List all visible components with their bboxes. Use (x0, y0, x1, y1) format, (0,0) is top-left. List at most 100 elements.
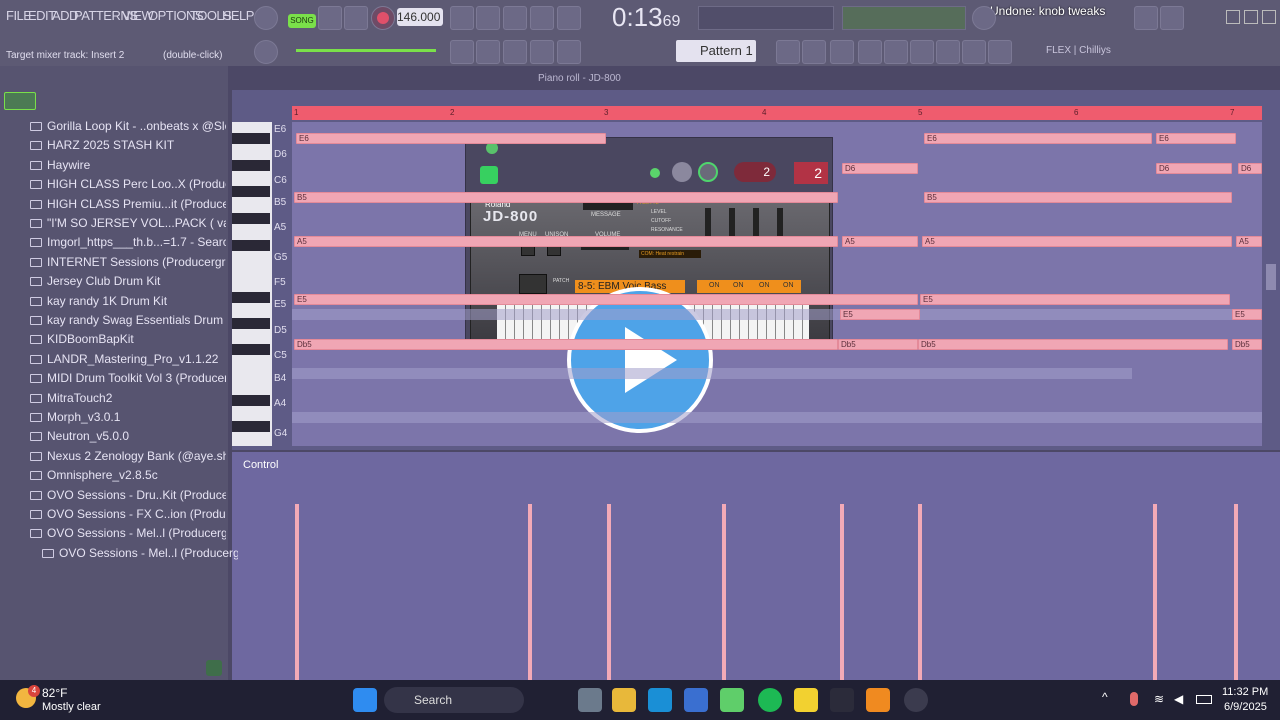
control-label[interactable]: Control (243, 459, 278, 471)
mic-icon[interactable] (936, 40, 960, 64)
play-button[interactable] (318, 6, 342, 30)
download-icon[interactable] (1160, 6, 1184, 30)
black-key[interactable] (232, 292, 270, 303)
note[interactable]: D6 (842, 163, 918, 174)
weather-text[interactable]: Mostly clear (42, 701, 101, 713)
volume-icon[interactable]: ◀ (1174, 692, 1183, 706)
note[interactable]: D6 (1156, 163, 1232, 174)
mixer-track-indicator[interactable]: 2 (794, 162, 828, 184)
plugin-volume-knob[interactable] (698, 162, 718, 182)
song-mode-toggle[interactable]: SONG (288, 14, 316, 28)
menu-help[interactable]: HELP (222, 8, 254, 23)
plugin-pan-knob[interactable] (672, 162, 692, 182)
taskbar-search[interactable]: Search (384, 687, 524, 713)
browser-item[interactable]: KIDBoomBapKit (30, 330, 226, 349)
browser-item[interactable]: INTERNET Sessions (Producergrind) (1) (30, 253, 226, 272)
black-key[interactable] (232, 395, 270, 406)
browser-item[interactable]: OVO Sessions - FX C..ion (Producergrind) (30, 505, 226, 524)
pattern-selector[interactable]: Pattern 1 (676, 40, 756, 62)
note[interactable]: E6 (924, 133, 1152, 144)
battery-icon[interactable] (1196, 695, 1212, 704)
weather-temp[interactable]: 82°F (42, 686, 67, 700)
loop-record-button[interactable] (557, 6, 581, 30)
velocity-bar[interactable] (1153, 504, 1157, 680)
search-icon[interactable] (206, 660, 222, 676)
note[interactable]: B5 (294, 192, 838, 203)
velocity-bar[interactable] (607, 504, 611, 680)
velocity-bar[interactable] (840, 504, 844, 680)
microphone-icon[interactable] (1130, 692, 1138, 706)
vertical-scrollbar[interactable] (1264, 106, 1278, 446)
tone-c-switch[interactable]: ON (759, 282, 770, 289)
plugin-database-icon[interactable] (884, 40, 908, 64)
minimize-button[interactable] (1226, 10, 1240, 24)
velocity-bar[interactable] (722, 504, 726, 680)
browser-item[interactable]: kay randy Swag Essentials Drum Kit (30, 311, 226, 330)
arrow-tool-icon[interactable] (476, 40, 500, 64)
tool-icon[interactable] (962, 40, 986, 64)
browser-item[interactable]: Nexus 2 Zenology Bank (@aye.shark) (30, 447, 226, 466)
browser-item[interactable]: HIGH CLASS Premiu...it (Producergrind) (30, 195, 226, 214)
task-view-icon[interactable] (578, 688, 602, 712)
miro-icon[interactable] (794, 688, 818, 712)
note[interactable]: Db5 (838, 339, 918, 350)
browser-plus-icon[interactable] (4, 92, 36, 110)
undo-history-icon[interactable] (972, 6, 996, 30)
plugin-track-number[interactable]: 2 (734, 162, 776, 182)
stamp-tool-icon[interactable] (557, 40, 581, 64)
close-button[interactable] (1262, 10, 1276, 24)
velocity-bar[interactable] (1234, 504, 1238, 680)
note[interactable]: Db5 (918, 339, 1228, 350)
tone-a-switch[interactable]: ON (709, 282, 720, 289)
black-key[interactable] (232, 186, 270, 197)
app-green-icon[interactable] (720, 688, 744, 712)
event-lane[interactable] (232, 452, 1280, 680)
note[interactable]: E5 (840, 309, 920, 320)
browser-item[interactable]: Imgorl_https___th.b...=1.7 - Search_file… (30, 233, 226, 252)
flex-preset-field[interactable]: FLEX | Chilliys (1046, 42, 1186, 60)
channel-rack-icon[interactable] (802, 40, 826, 64)
black-key[interactable] (232, 318, 270, 329)
wait-button[interactable] (476, 6, 500, 30)
countdown-button[interactable] (503, 6, 527, 30)
pen-app-icon[interactable] (830, 688, 854, 712)
clock-date[interactable]: 6/9/2025 (1224, 701, 1267, 713)
spotify-icon[interactable] (758, 688, 782, 712)
pencil-tool-icon[interactable] (503, 40, 527, 64)
mixer-icon[interactable] (776, 40, 800, 64)
clock-time[interactable]: 11:32 PM (1222, 686, 1268, 698)
black-key[interactable] (232, 344, 270, 355)
record-button[interactable] (371, 6, 395, 30)
main-volume-knob[interactable] (254, 6, 278, 30)
chevron-up-icon[interactable]: ^ (1102, 690, 1108, 704)
browser-item[interactable]: Jersey Club Drum Kit (30, 272, 226, 291)
file-icon[interactable] (910, 40, 934, 64)
browser-item[interactable]: Neutron_v5.0.0 (30, 427, 226, 446)
note[interactable]: B5 (924, 192, 1232, 203)
black-key[interactable] (232, 160, 270, 171)
note[interactable]: A5 (842, 236, 918, 247)
file-explorer-icon[interactable] (612, 688, 636, 712)
browser-item[interactable]: MitraTouch2 (30, 389, 226, 408)
wifi-icon[interactable]: ≋ (1154, 692, 1164, 706)
note[interactable]: E5 (294, 294, 918, 305)
velocity-bar[interactable] (528, 504, 532, 680)
browser-item[interactable]: LANDR_Mastering_Pro_v1.1.22 (30, 350, 226, 369)
browser-icon[interactable] (858, 40, 882, 64)
fl-studio-icon[interactable] (866, 688, 890, 712)
patch-arrows[interactable] (519, 274, 547, 294)
browser-item[interactable]: HARZ 2025 STASH KIT (30, 136, 226, 155)
black-key[interactable] (232, 240, 270, 251)
edge-icon[interactable] (648, 688, 672, 712)
tone-d-switch[interactable]: ON (783, 282, 794, 289)
browser-item[interactable]: kay randy 1K Drum Kit (30, 292, 226, 311)
browser-item[interactable]: OVO Sessions - Dru..Kit (Producergrind) (30, 486, 226, 505)
pencil-icon[interactable] (988, 40, 1012, 64)
browser-item[interactable]: HIGH CLASS Perc Loo..X (Producergrind) (30, 175, 226, 194)
browser-item[interactable]: "I'M SO JERSEY VOL...PACK ( vampir3_fr ) (30, 214, 226, 233)
black-key[interactable] (232, 133, 270, 144)
black-key[interactable] (232, 421, 270, 432)
browser-item[interactable]: Gorilla Loop Kit - ..onbeats x @Sleepyct… (30, 117, 226, 136)
tone-b-switch[interactable]: ON (733, 282, 744, 289)
note[interactable]: E6 (296, 133, 606, 144)
